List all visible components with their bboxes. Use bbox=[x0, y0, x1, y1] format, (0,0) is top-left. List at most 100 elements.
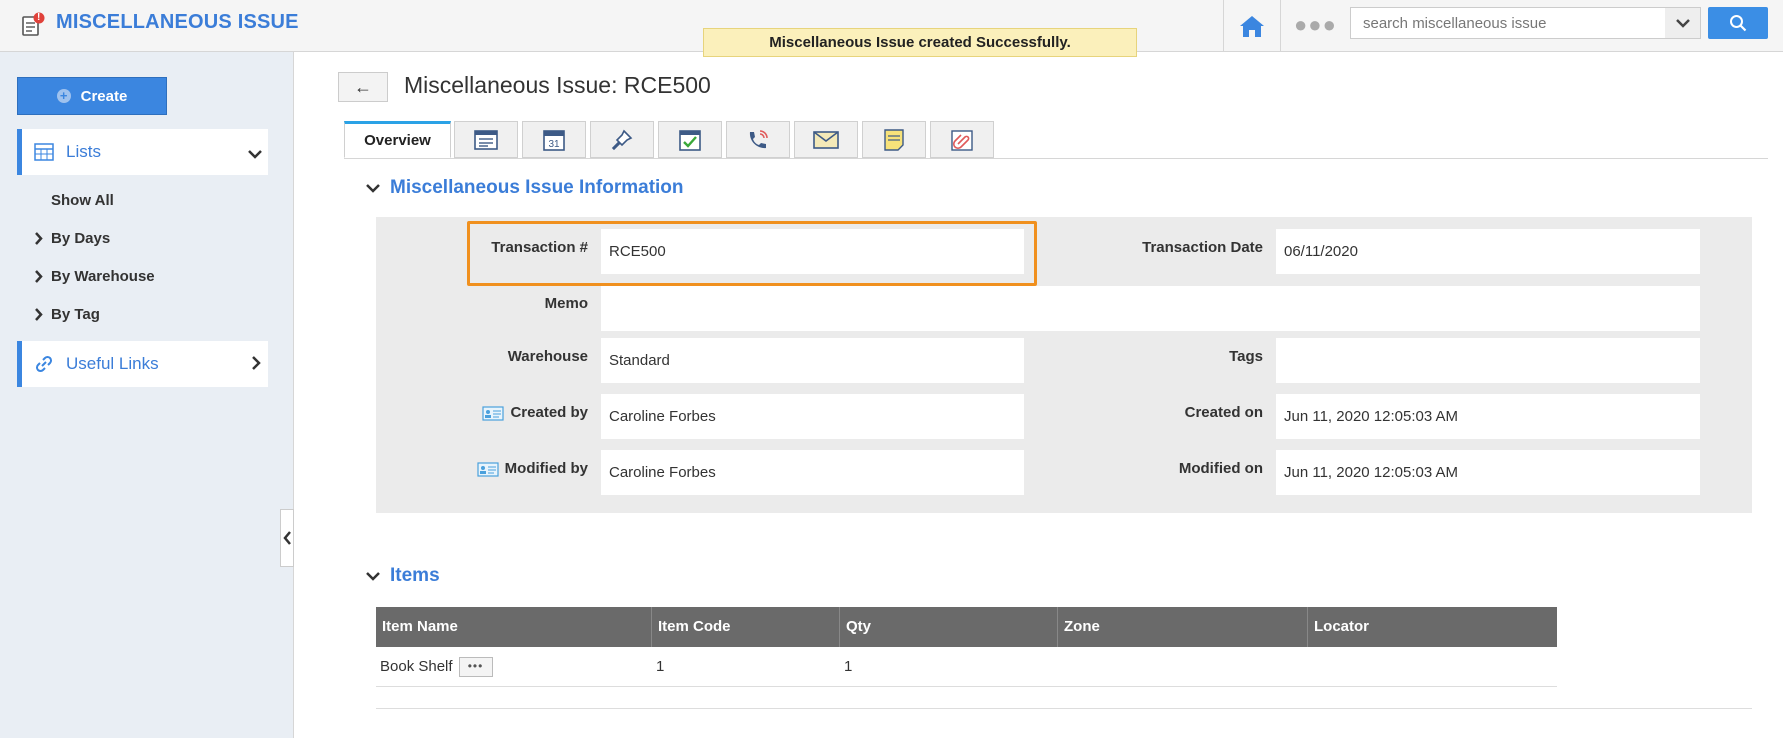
tab-calendar[interactable]: 31 bbox=[522, 121, 586, 158]
more-options-button[interactable]: ●●● bbox=[1294, 12, 1336, 38]
by-tag-label: By Tag bbox=[51, 306, 100, 323]
chevron-right-icon bbox=[35, 270, 43, 283]
warehouse-value: Standard bbox=[601, 338, 1024, 383]
memo-label: Memo bbox=[544, 295, 588, 312]
section-divider bbox=[376, 708, 1752, 709]
items-section-title: Items bbox=[390, 565, 440, 586]
item-name-cell: Book Shelf ••• bbox=[376, 647, 652, 687]
search-button[interactable] bbox=[1708, 7, 1768, 39]
task-icon bbox=[679, 129, 701, 151]
info-section-header[interactable]: Miscellaneous Issue Information bbox=[366, 177, 684, 199]
table-row[interactable]: Book Shelf ••• 1 1 bbox=[376, 647, 1557, 687]
calendar-day-text: 31 bbox=[548, 139, 560, 150]
tab-attachments[interactable] bbox=[930, 121, 994, 158]
tab-details[interactable] bbox=[454, 121, 518, 158]
app-title: MISCELLANEOUS ISSUE bbox=[56, 11, 299, 33]
transaction-date-value: 06/11/2020 bbox=[1276, 229, 1700, 274]
user-card-icon bbox=[482, 405, 505, 421]
created-by-value: Caroline Forbes bbox=[601, 394, 1024, 439]
items-section-header[interactable]: Items bbox=[366, 565, 440, 587]
tab-tasks[interactable] bbox=[658, 121, 722, 158]
app-logo-icon: ! bbox=[20, 12, 46, 38]
created-by-text: Created by bbox=[510, 404, 588, 421]
created-on-label: Created on bbox=[1184, 404, 1263, 421]
email-icon bbox=[813, 130, 839, 149]
search-icon bbox=[1730, 15, 1747, 32]
column-header-locator[interactable]: Locator bbox=[1308, 607, 1557, 647]
sidebar-collapse-button[interactable] bbox=[280, 509, 294, 567]
search-filter-dropdown[interactable] bbox=[1665, 7, 1701, 39]
column-header-qty[interactable]: Qty bbox=[840, 607, 1058, 647]
zone-cell bbox=[1058, 647, 1308, 687]
create-button[interactable]: + Create bbox=[17, 77, 167, 115]
useful-links-panel[interactable]: Useful Links bbox=[17, 341, 268, 387]
modified-on-label: Modified on bbox=[1178, 460, 1263, 477]
details-icon bbox=[474, 129, 498, 150]
tab-pin[interactable] bbox=[590, 121, 654, 158]
pin-icon bbox=[611, 129, 633, 150]
modified-by-value: Caroline Forbes bbox=[601, 450, 1024, 495]
transaction-date-label: Transaction Date bbox=[1142, 239, 1263, 256]
chevron-right-icon bbox=[35, 308, 43, 321]
link-icon bbox=[35, 355, 53, 373]
chevron-left-icon bbox=[282, 531, 291, 545]
modified-by-text: Modified by bbox=[504, 460, 588, 477]
chevron-down-icon bbox=[248, 150, 262, 159]
by-warehouse-label: By Warehouse bbox=[51, 268, 155, 285]
qty-cell: 1 bbox=[844, 658, 853, 675]
item-code-cell: 1 bbox=[656, 658, 665, 675]
plus-icon: + bbox=[56, 89, 71, 103]
modified-by-label: Modified by bbox=[440, 460, 588, 477]
user-card-icon bbox=[477, 461, 499, 477]
item-name-text: Book Shelf bbox=[380, 658, 453, 675]
items-table-header: Item Name Item Code Qty Zone Locator bbox=[376, 607, 1557, 647]
column-header-item-code[interactable]: Item Code bbox=[652, 607, 840, 647]
chevron-down-icon bbox=[366, 572, 380, 581]
page-title: Miscellaneous Issue: RCE500 bbox=[404, 72, 711, 98]
items-table: Item Name Item Code Qty Zone Locator Boo… bbox=[376, 607, 1557, 687]
by-days-link[interactable]: By Days bbox=[34, 230, 110, 247]
modified-on-value: Jun 11, 2020 12:05:03 AM bbox=[1276, 450, 1700, 495]
by-days-label: By Days bbox=[51, 230, 111, 247]
chevron-right-icon bbox=[252, 356, 261, 370]
tab-calls[interactable] bbox=[726, 121, 790, 158]
notification-badge: ! bbox=[37, 12, 41, 23]
call-icon bbox=[749, 129, 768, 148]
chevron-down-icon bbox=[366, 184, 380, 193]
show-all-link[interactable]: Show All bbox=[51, 192, 114, 209]
home-button[interactable] bbox=[1223, 0, 1281, 51]
transaction-highlight-box bbox=[467, 221, 1037, 286]
useful-links-label: Useful Links bbox=[66, 354, 159, 373]
back-button[interactable]: ← bbox=[338, 72, 388, 102]
lists-panel[interactable]: Lists bbox=[17, 129, 268, 175]
info-section-title: Miscellaneous Issue Information bbox=[390, 177, 684, 198]
sidebar: + Create Lists Show All By Days By Wareh… bbox=[0, 52, 294, 738]
chevron-down-icon bbox=[1675, 19, 1690, 28]
tab-notes[interactable] bbox=[862, 121, 926, 158]
tabs-divider bbox=[344, 158, 1768, 159]
locator-cell bbox=[1308, 647, 1557, 687]
row-actions-button[interactable]: ••• bbox=[458, 657, 493, 678]
table-icon bbox=[34, 143, 54, 161]
column-header-item-name[interactable]: Item Name bbox=[376, 607, 652, 647]
lists-label: Lists bbox=[66, 142, 101, 161]
calendar-icon: 31 bbox=[543, 129, 565, 151]
tab-overview[interactable]: Overview bbox=[344, 121, 451, 158]
search-box bbox=[1350, 7, 1670, 39]
created-on-value: Jun 11, 2020 12:05:03 AM bbox=[1276, 394, 1700, 439]
by-warehouse-link[interactable]: By Warehouse bbox=[34, 268, 155, 285]
tags-label: Tags bbox=[1229, 348, 1263, 365]
tab-email[interactable] bbox=[794, 121, 858, 158]
attachment-icon bbox=[951, 129, 973, 151]
chevron-right-icon bbox=[35, 232, 43, 245]
tags-value bbox=[1276, 338, 1700, 383]
column-header-zone[interactable]: Zone bbox=[1058, 607, 1308, 647]
create-button-label: Create bbox=[80, 87, 128, 105]
search-input[interactable] bbox=[1351, 8, 1666, 38]
home-icon bbox=[1240, 15, 1264, 37]
warehouse-label: Warehouse bbox=[507, 348, 588, 365]
memo-value bbox=[601, 286, 1700, 331]
success-toast: Miscellaneous Issue created Successfully… bbox=[703, 28, 1137, 57]
by-tag-link[interactable]: By Tag bbox=[34, 306, 100, 323]
created-by-label: Created by bbox=[440, 404, 588, 421]
